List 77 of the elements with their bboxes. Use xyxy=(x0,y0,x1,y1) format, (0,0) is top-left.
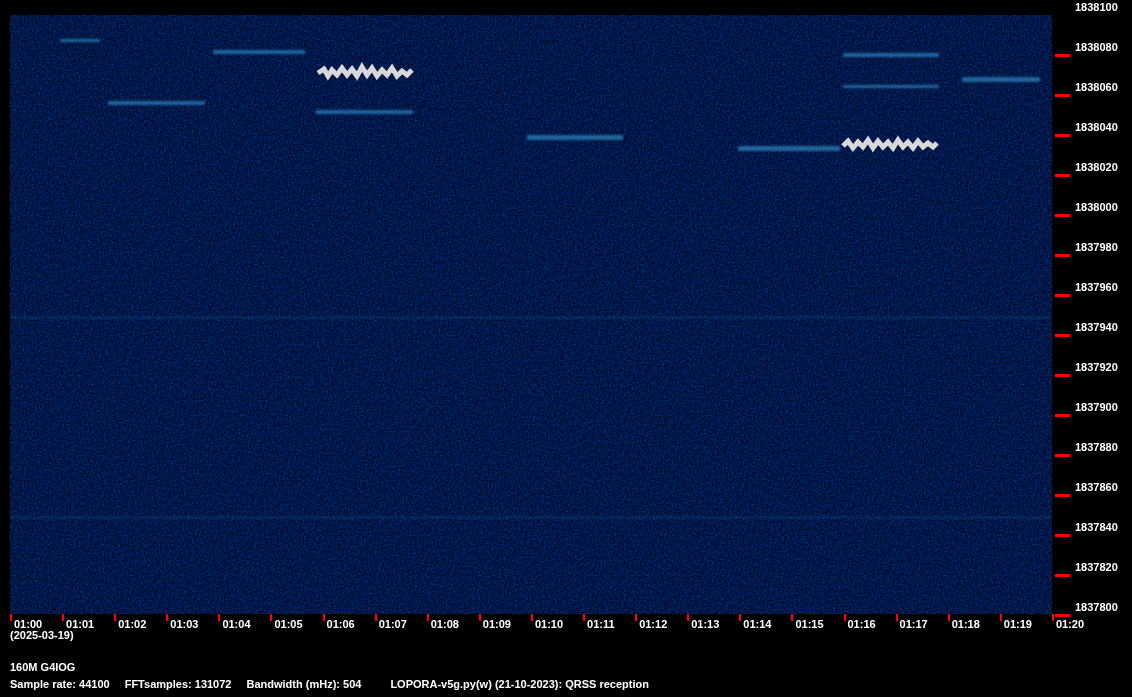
tick-mark xyxy=(478,614,481,621)
frequency-label: 1837840 xyxy=(1074,520,1119,534)
tick-mark xyxy=(62,614,65,621)
info-text: Sample rate: 44100 xyxy=(10,678,110,690)
time-label: 01:19 xyxy=(1003,619,1032,630)
time-label: 01:04 xyxy=(222,619,251,630)
time-label: 01:09 xyxy=(482,619,511,630)
time-label: 01:08 xyxy=(430,619,459,630)
tick-mark xyxy=(843,614,846,621)
time-label: 01:20 xyxy=(1055,619,1084,630)
tick-mark xyxy=(1055,294,1070,297)
time-label: 01:06 xyxy=(326,619,355,630)
tick-mark xyxy=(1055,374,1070,377)
frequency-label: 1837800 xyxy=(1074,600,1119,614)
frequency-label: 1838060 xyxy=(1074,80,1119,94)
tick-mark xyxy=(530,614,533,621)
tick-mark xyxy=(1055,574,1070,577)
time-label: 01:16 xyxy=(847,619,876,630)
time-label: 01:10 xyxy=(534,619,564,630)
tick-mark xyxy=(374,614,377,621)
tick-mark xyxy=(1055,254,1070,257)
tick-mark xyxy=(1055,414,1070,417)
time-label: 01:07 xyxy=(378,619,407,630)
tick-mark xyxy=(1055,334,1070,337)
date-label: (2025-03-19) xyxy=(9,629,75,641)
tick-mark xyxy=(791,614,794,621)
frequency-label: 1837860 xyxy=(1074,480,1119,494)
frequency-label: 1837820 xyxy=(1074,560,1119,574)
frequency-label: 1838020 xyxy=(1074,160,1119,174)
time-label: 01:03 xyxy=(170,619,199,630)
time-label: 01:05 xyxy=(274,619,303,630)
tick-mark xyxy=(114,614,117,621)
time-label: 01:14 xyxy=(743,619,772,630)
time-label: 01:18 xyxy=(951,619,980,630)
frequency-label: 1838100 xyxy=(1074,0,1119,14)
tick-mark xyxy=(895,614,898,621)
time-label: 01:15 xyxy=(795,619,824,630)
info-text: FFTsamples: 131072 xyxy=(124,678,232,690)
time-label: 01:02 xyxy=(118,619,147,630)
time-label: 01:13 xyxy=(691,619,720,630)
time-label: 01:12 xyxy=(639,619,668,630)
time-label: 01:11 xyxy=(587,619,615,630)
frequency-label: 1837960 xyxy=(1074,280,1119,294)
frequency-label: 1837920 xyxy=(1074,360,1119,374)
tick-mark xyxy=(1055,534,1070,537)
frequency-label: 1838040 xyxy=(1074,120,1119,134)
frequency-label: 1838000 xyxy=(1074,200,1119,214)
time-label: 01:01 xyxy=(66,619,95,630)
frequency-label: 1837880 xyxy=(1074,440,1119,454)
tick-mark xyxy=(999,614,1002,621)
tick-mark xyxy=(1055,94,1070,97)
time-label: 01:00 xyxy=(14,619,43,630)
tick-mark xyxy=(947,614,950,621)
time-label: 01:17 xyxy=(899,619,928,630)
tick-mark xyxy=(635,614,638,621)
frequency-label: 1837980 xyxy=(1074,240,1119,254)
tick-mark xyxy=(687,614,690,621)
tick-mark xyxy=(1055,214,1070,217)
tick-mark xyxy=(1055,54,1070,57)
tick-mark xyxy=(739,614,742,621)
tick-mark xyxy=(166,614,169,621)
info-text: Bandwidth (mHz): 504 xyxy=(246,678,362,690)
frequency-label: 1837940 xyxy=(1074,320,1119,334)
tick-mark xyxy=(322,614,325,621)
tick-mark xyxy=(1055,494,1070,497)
tick-mark xyxy=(10,614,12,621)
tick-mark xyxy=(583,614,586,621)
info-text: LOPORA-v5g.py(w) (21-10-2023): QRSS reception xyxy=(390,678,649,690)
frequency-label: 1837900 xyxy=(1074,400,1119,414)
tick-mark xyxy=(1055,174,1070,177)
tick-mark xyxy=(1055,134,1070,137)
tick-mark xyxy=(1055,454,1070,457)
tick-mark xyxy=(270,614,273,621)
tick-mark xyxy=(218,614,221,621)
tick-mark xyxy=(426,614,429,621)
station-label: 160M G4IOG xyxy=(9,661,77,673)
frequency-label: 1838080 xyxy=(1074,40,1119,54)
